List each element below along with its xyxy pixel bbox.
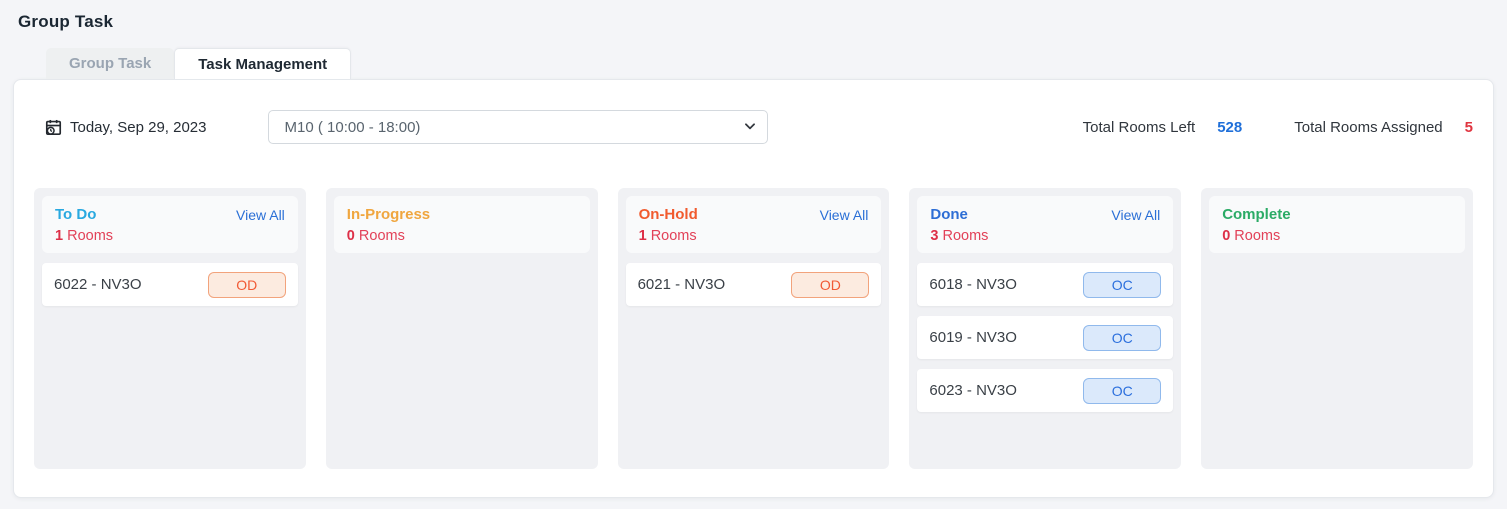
column-header: On-Hold View All 1 Rooms bbox=[626, 196, 882, 253]
task-card[interactable]: 6018 - NV3O OC bbox=[917, 263, 1173, 306]
column-header-top: In-Progress bbox=[347, 206, 577, 223]
room-count-number: 1 bbox=[639, 228, 647, 244]
room-count-number: 3 bbox=[930, 228, 938, 244]
page-title: Group Task bbox=[18, 12, 113, 31]
kanban-column-todo: To Do View All 1 Rooms 6022 - NV3O OD bbox=[34, 188, 306, 469]
column-header: Done View All 3 Rooms bbox=[917, 196, 1173, 253]
total-rooms-assigned-value: 5 bbox=[1465, 119, 1473, 136]
tab-group-task[interactable]: Group Task bbox=[46, 48, 174, 79]
total-rooms-left-value: 528 bbox=[1217, 119, 1242, 136]
toolbar: Today, Sep 29, 2023 M10 ( 10:00 - 18:00)… bbox=[34, 110, 1473, 144]
column-header-top: Done View All bbox=[930, 206, 1160, 223]
task-card[interactable]: 6023 - NV3O OC bbox=[917, 369, 1173, 412]
task-card[interactable]: 6022 - NV3O OD bbox=[42, 263, 298, 306]
total-rooms-left-label: Total Rooms Left bbox=[1083, 119, 1196, 136]
date-label: Today, Sep 29, 2023 bbox=[70, 119, 207, 136]
column-header: To Do View All 1 Rooms bbox=[42, 196, 298, 253]
view-all-link[interactable]: View All bbox=[236, 207, 285, 223]
room-count-number: 0 bbox=[1222, 228, 1230, 244]
view-all-link[interactable]: View All bbox=[820, 207, 869, 223]
room-count-number: 0 bbox=[347, 228, 355, 244]
totals: Total Rooms Left 528 Total Rooms Assigne… bbox=[1083, 119, 1473, 136]
room-label: 6021 - NV3O bbox=[638, 276, 726, 293]
total-rooms-left: Total Rooms Left 528 bbox=[1083, 119, 1243, 136]
column-header-top: To Do View All bbox=[55, 206, 285, 223]
status-badge[interactable]: OC bbox=[1083, 325, 1161, 351]
room-count: 1 Rooms bbox=[55, 228, 285, 244]
tab-bar: Group Task Task Management bbox=[13, 48, 1494, 79]
view-all-link[interactable]: View All bbox=[1111, 207, 1160, 223]
room-count: 1 Rooms bbox=[639, 228, 869, 244]
task-card[interactable]: 6021 - NV3O OD bbox=[626, 263, 882, 306]
kanban-column-done: DoneView All3 Rooms6018 - NV3OOC6019 - N… bbox=[909, 188, 1181, 469]
room-count: 3 Rooms bbox=[930, 228, 1160, 244]
column-title: Done bbox=[930, 206, 968, 223]
status-badge[interactable]: OD bbox=[791, 272, 869, 298]
room-label: 6022 - NV3O bbox=[54, 276, 142, 293]
content-area: Group Task Task Management Today, Sep 29… bbox=[13, 48, 1494, 498]
room-count: 0 Rooms bbox=[1222, 228, 1452, 244]
date-display: Today, Sep 29, 2023 bbox=[44, 118, 207, 137]
room-count: 0 Rooms bbox=[347, 228, 577, 244]
room-count-number: 1 bbox=[55, 228, 63, 244]
kanban-column-on-hold: On-Hold View All 1 Rooms 6021 - NV3O OD bbox=[618, 188, 890, 469]
task-card[interactable]: 6019 - NV3O OC bbox=[917, 316, 1173, 359]
room-label: 6019 - NV3O bbox=[929, 329, 1017, 346]
calendar-clock-icon bbox=[44, 118, 63, 137]
column-header: Complete 0 Rooms bbox=[1209, 196, 1465, 253]
task-management-panel: Today, Sep 29, 2023 M10 ( 10:00 - 18:00)… bbox=[13, 79, 1494, 498]
column-title: On-Hold bbox=[639, 206, 698, 223]
page-header: Group Task bbox=[0, 0, 1507, 48]
total-rooms-assigned: Total Rooms Assigned 5 bbox=[1294, 119, 1473, 136]
kanban-column-complete: Complete 0 Rooms bbox=[1201, 188, 1473, 469]
total-rooms-assigned-label: Total Rooms Assigned bbox=[1294, 119, 1442, 136]
column-title: In-Progress bbox=[347, 206, 430, 223]
shift-select-wrap: M10 ( 10:00 - 18:00) bbox=[268, 110, 768, 144]
column-header-top: Complete bbox=[1222, 206, 1452, 223]
kanban-board: To Do View All 1 Rooms 6022 - NV3O OD In-Prog… bbox=[34, 188, 1473, 469]
column-title: To Do bbox=[55, 206, 96, 223]
kanban-column-in-progress: In-Progress 0 Rooms bbox=[326, 188, 598, 469]
status-badge[interactable]: OD bbox=[208, 272, 286, 298]
room-label: 6023 - NV3O bbox=[929, 382, 1017, 399]
status-badge[interactable]: OC bbox=[1083, 272, 1161, 298]
status-badge[interactable]: OC bbox=[1083, 378, 1161, 404]
shift-select[interactable]: M10 ( 10:00 - 18:00) bbox=[268, 110, 768, 144]
column-header-top: On-Hold View All bbox=[639, 206, 869, 223]
column-title: Complete bbox=[1222, 206, 1290, 223]
room-label: 6018 - NV3O bbox=[929, 276, 1017, 293]
tab-task-management[interactable]: Task Management bbox=[174, 48, 351, 79]
column-header: In-Progress 0 Rooms bbox=[334, 196, 590, 253]
